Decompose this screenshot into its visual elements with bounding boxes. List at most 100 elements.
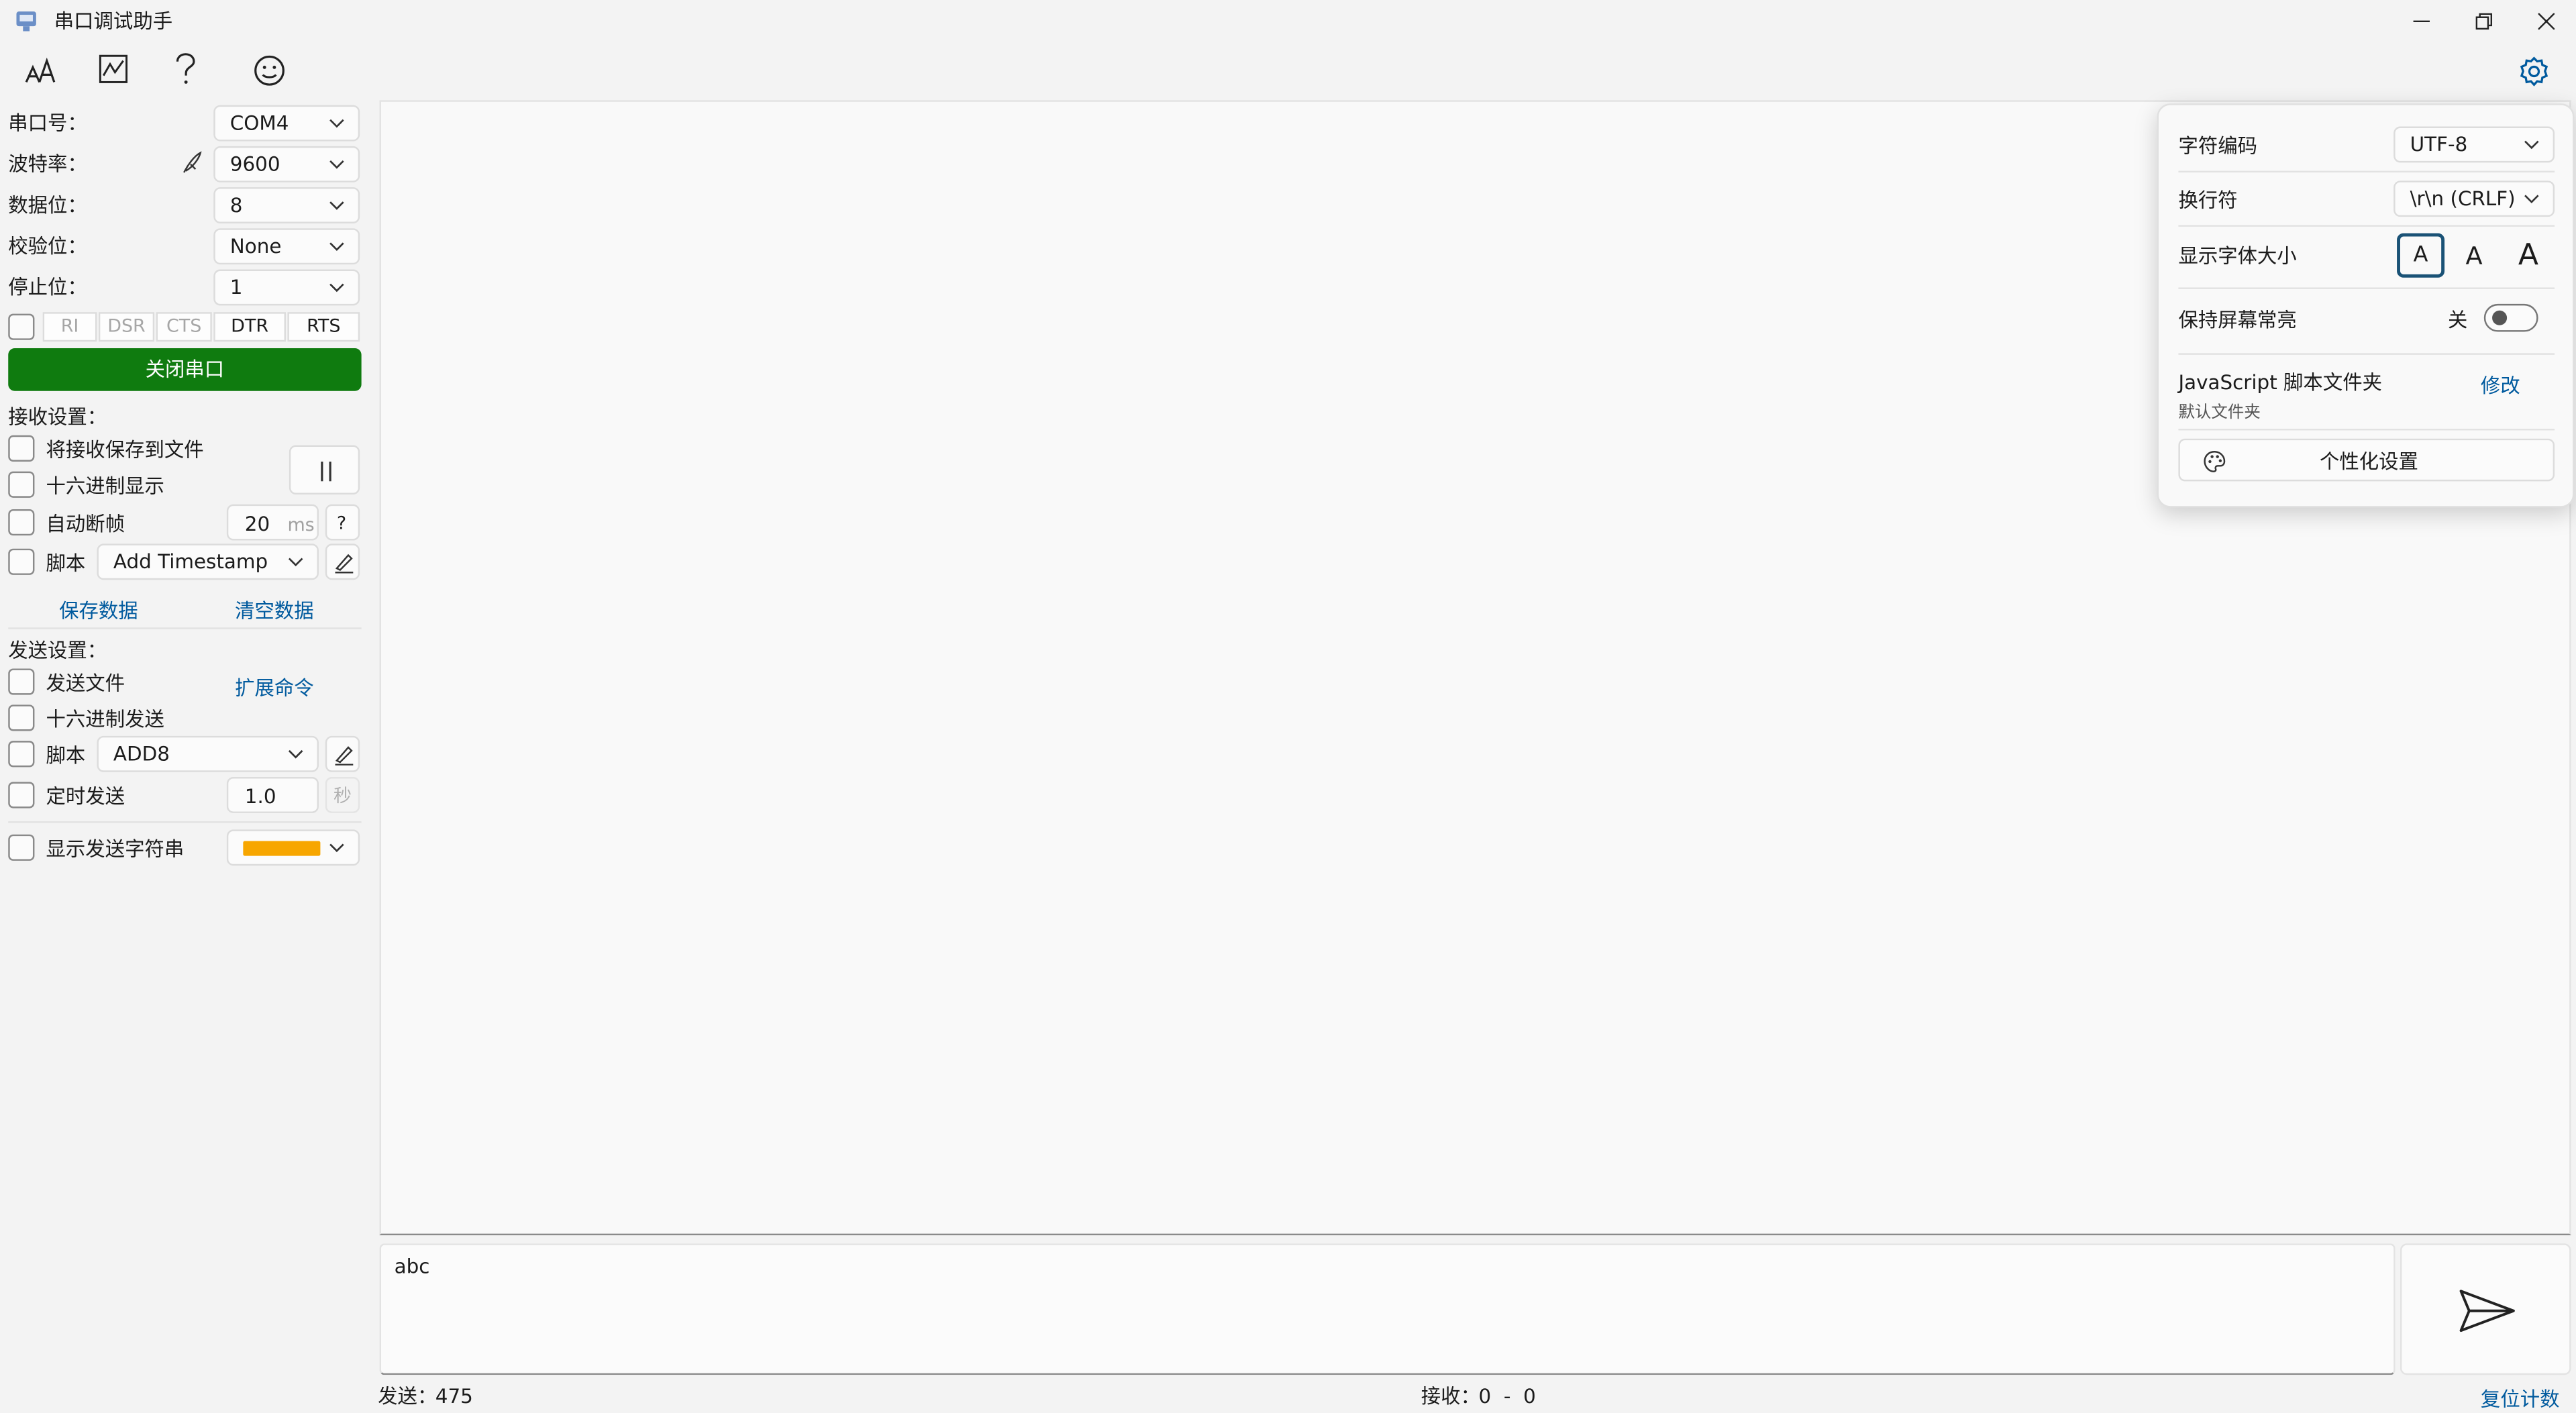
pause-button[interactable] <box>289 445 360 494</box>
frame-help-button[interactable]: ? <box>325 504 360 541</box>
divider <box>2178 170 2555 173</box>
send-file-checkbox[interactable] <box>8 668 35 695</box>
receive-script-checkbox[interactable] <box>8 548 35 575</box>
dtr-button[interactable]: DTR <box>213 312 287 342</box>
baud-value: 9600 <box>229 152 280 176</box>
chart-icon[interactable] <box>99 54 128 84</box>
receive-script-select[interactable]: Add Timestamp <box>97 543 319 580</box>
save-to-file-checkbox[interactable] <box>8 435 35 462</box>
divider <box>8 821 362 823</box>
send-script-edit-button[interactable] <box>325 735 360 772</box>
keep-screen-on-toggle[interactable] <box>2483 303 2538 332</box>
data-bits-value: 8 <box>229 193 243 217</box>
encoding-label: 字符编码 <box>2178 134 2258 158</box>
window-title: 串口调试助手 <box>54 9 173 33</box>
pen-icon <box>335 746 354 766</box>
personalize-button[interactable]: 个性化设置 <box>2178 438 2555 482</box>
rts-button[interactable]: RTS <box>287 312 360 342</box>
js-folder-modify-link[interactable]: 修改 <box>2481 371 2520 399</box>
clear-data-link[interactable]: 清空数据 <box>235 596 314 625</box>
frame-timeout-value: 20 <box>244 512 270 536</box>
send-script-checkbox[interactable] <box>8 741 35 768</box>
chevron-down-icon <box>329 283 344 293</box>
extend-command-link[interactable]: 扩展命令 <box>235 674 314 702</box>
divider <box>2178 429 2555 431</box>
restore-icon[interactable] <box>2475 13 2493 30</box>
send-settings-title: 发送设置： <box>8 639 107 662</box>
baud-label: 波特率： <box>8 152 87 176</box>
recv-count-value: 0 - 0 <box>1478 1384 1536 1408</box>
close-icon[interactable] <box>2538 13 2555 30</box>
newline-value: \r\n (CRLF) <box>2410 187 2516 211</box>
stop-bits-label: 停止位： <box>8 276 87 299</box>
data-bits-label: 数据位： <box>8 193 87 217</box>
keep-screen-on-label: 保持屏幕常亮 <box>2178 309 2297 332</box>
newline-select[interactable]: \r\n (CRLF) <box>2393 180 2555 217</box>
timed-send-unit: 秒 <box>333 785 352 807</box>
encoding-select[interactable]: UTF-8 <box>2393 126 2555 163</box>
port-select[interactable]: COM4 <box>213 105 360 142</box>
port-label: 串口号： <box>8 111 87 135</box>
recv-count-label: 接收： <box>1421 1384 1480 1408</box>
reset-count-link[interactable]: 复位计数 <box>2481 1385 2560 1413</box>
send-button[interactable] <box>2400 1243 2571 1375</box>
chevron-down-icon <box>2524 195 2539 204</box>
help-icon[interactable] <box>174 52 197 85</box>
divider <box>2178 353 2555 355</box>
palette-icon <box>2204 451 2226 472</box>
font-size-label: 显示字体大小 <box>2178 244 2297 268</box>
emoji-icon[interactable] <box>253 54 286 87</box>
baud-select[interactable]: 9600 <box>213 146 360 182</box>
pen-icon <box>335 554 354 574</box>
timed-send-value: 1.0 <box>244 785 276 808</box>
hex-display-checkbox[interactable] <box>8 471 35 498</box>
hex-send-label: 十六进制发送 <box>46 708 164 731</box>
timed-send-label: 定时发送 <box>46 785 125 808</box>
hex-send-checkbox[interactable] <box>8 704 35 731</box>
divider <box>8 627 362 629</box>
font-icon[interactable] <box>25 56 58 85</box>
quill-icon[interactable] <box>181 151 203 174</box>
timed-send-checkbox[interactable] <box>8 782 35 808</box>
app-icon <box>16 11 36 32</box>
font-size-small[interactable]: A <box>2397 233 2445 278</box>
color-swatch <box>243 841 321 856</box>
frame-timeout-unit: ms <box>287 514 315 536</box>
show-send-string-label: 显示发送字符串 <box>46 837 185 861</box>
save-data-link[interactable]: 保存数据 <box>59 596 138 625</box>
ri-indicator: RI <box>42 312 97 342</box>
chevron-down-icon <box>329 201 344 210</box>
parity-select[interactable]: None <box>213 228 360 265</box>
sent-count-value: 475 <box>435 1384 473 1408</box>
hex-display-label: 十六进制显示 <box>46 474 164 498</box>
auto-frame-label: 自动断帧 <box>46 512 125 536</box>
data-bits-select[interactable]: 8 <box>213 187 360 223</box>
send-icon <box>2459 1290 2515 1332</box>
encoding-value: UTF-8 <box>2410 133 2468 156</box>
chevron-down-icon <box>329 160 344 169</box>
font-size-medium[interactable]: A <box>2456 233 2492 278</box>
send-string-color-picker[interactable] <box>226 829 360 866</box>
settings-gear-icon[interactable] <box>2518 56 2550 87</box>
send-script-label: 脚本 <box>46 744 86 768</box>
auto-frame-checkbox[interactable] <box>8 509 35 536</box>
parity-value: None <box>229 235 282 258</box>
keep-screen-on-state: 关 <box>2447 309 2468 332</box>
frame-timeout-input[interactable]: 20 ms <box>226 504 319 541</box>
font-size-large[interactable]: A <box>2509 233 2548 278</box>
pins-checkbox[interactable] <box>8 313 35 340</box>
close-port-button[interactable]: 关闭串口 <box>8 348 362 391</box>
send-script-value: ADD8 <box>113 742 170 766</box>
personalize-label: 个性化设置 <box>2319 450 2418 474</box>
chevron-down-icon <box>329 119 344 128</box>
send-script-select[interactable]: ADD8 <box>97 735 319 772</box>
stop-bits-select[interactable]: 1 <box>213 269 360 306</box>
timed-send-input[interactable]: 1.0 <box>226 777 319 813</box>
minimize-icon[interactable] <box>2413 13 2430 30</box>
send-input[interactable]: abc <box>379 1243 2395 1375</box>
receive-script-edit-button[interactable] <box>325 543 360 580</box>
stop-bits-value: 1 <box>229 276 243 299</box>
show-send-string-checkbox[interactable] <box>8 834 35 861</box>
frame-help-label: ? <box>336 512 347 534</box>
send-file-label: 发送文件 <box>46 672 125 695</box>
